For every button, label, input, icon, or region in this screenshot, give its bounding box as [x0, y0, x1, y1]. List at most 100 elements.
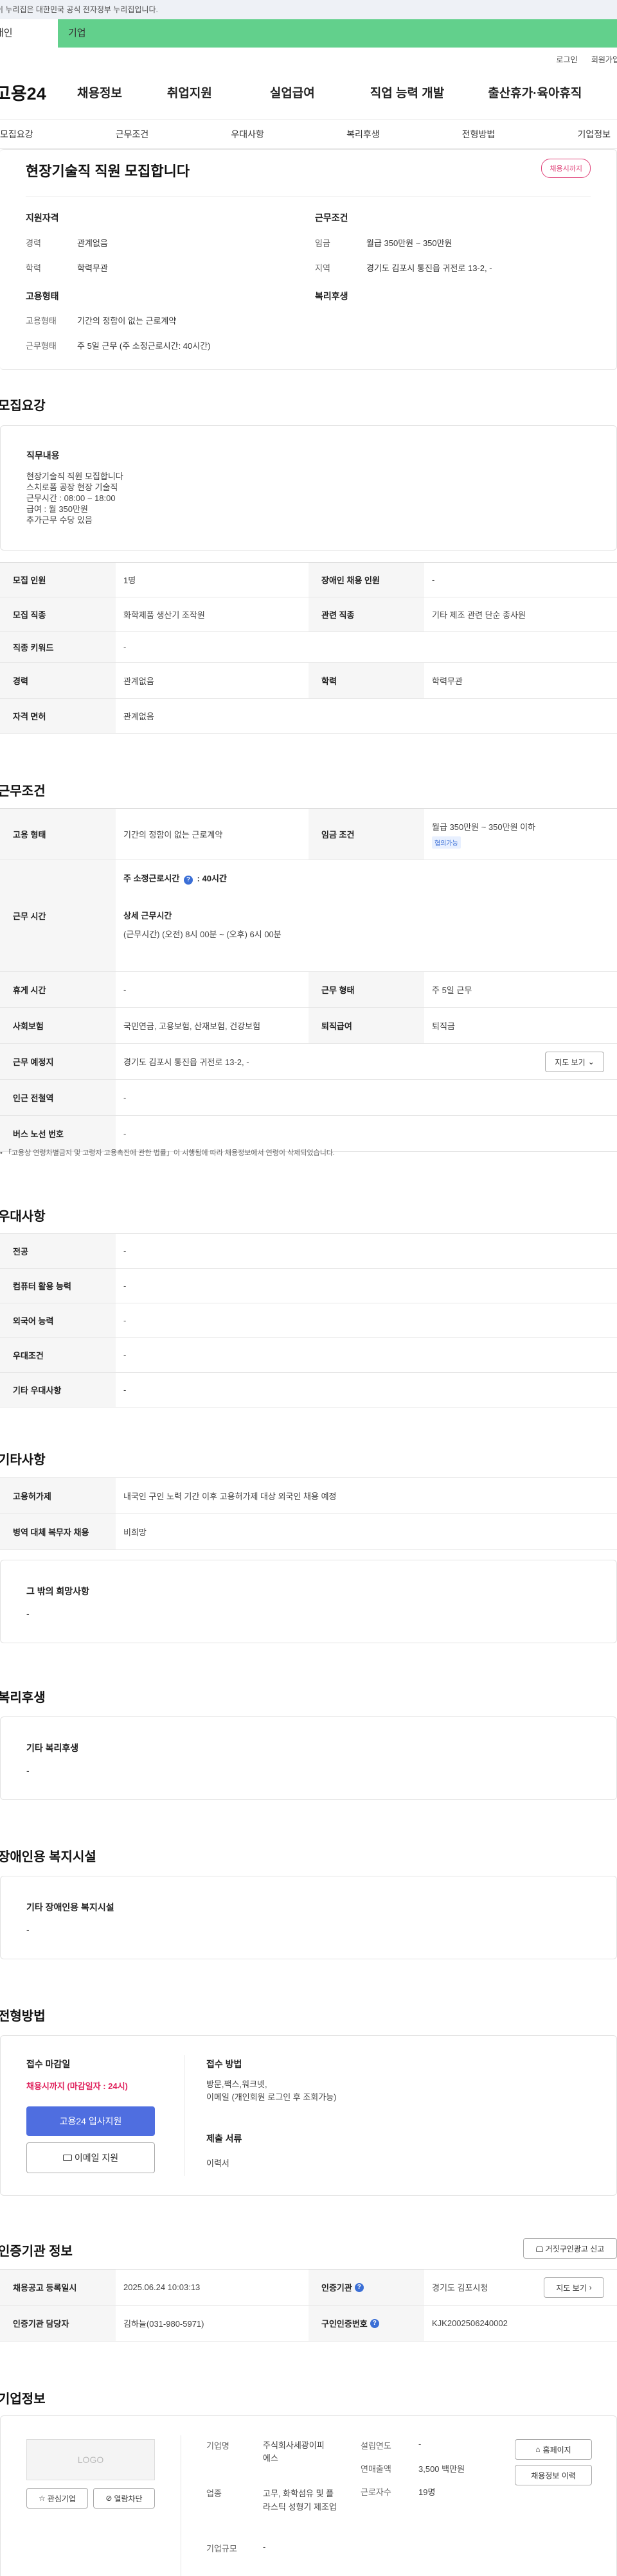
table-row: 직종 키워드 - [0, 632, 617, 663]
gnb-item-benefit[interactable]: 실업급여 [270, 84, 315, 101]
job-title: 현장기술직 직원 모집합니다 [26, 163, 190, 179]
duty-card: 직무내용 현장기술직 직원 모집합니다 스치로폼 공장 현장 기술직 근무시간 … [0, 425, 617, 551]
career-value: 관계없음 [77, 238, 108, 248]
deadline-label: 접수 마감일 [26, 2059, 71, 2069]
favorite-company-button[interactable]: ☆ 관심기업 [26, 2488, 88, 2509]
docs-value: 이력서 [206, 2158, 229, 2168]
career-label: 경력 [26, 238, 41, 248]
etc-wish-value: - [26, 1609, 30, 1619]
type-value: 기간의 정함이 없는 근로계약 [77, 316, 177, 326]
wage-label: 임금 [315, 238, 330, 248]
subnav-company[interactable]: 기업정보 [577, 128, 611, 141]
table-row: 우대조건 - [0, 1338, 617, 1373]
gov-banner: 이 누리집은 대한민국 공식 전자정부 누리집입니다. [0, 0, 617, 19]
star-icon: ☆ [39, 2494, 46, 2503]
email-apply-button[interactable]: 이메일 지원 [26, 2142, 155, 2173]
region-label: 지역 [315, 263, 330, 273]
cert-section-title: 인증기관 정보 [0, 2245, 73, 2259]
company-name-label: 기업명 [206, 2441, 229, 2451]
company-size-value: - [263, 2542, 266, 2552]
subnav-screening[interactable]: 전형방법 [462, 128, 496, 141]
method-label: 접수 방법 [206, 2059, 242, 2069]
prefer-table: 전공 - 컴퓨터 활용 능력 - 외국어 능력 - 우대조건 - 기타 우대사항 - [0, 1233, 617, 1407]
sales-value: 3,500 백만원 [418, 2464, 465, 2474]
disabled-section-title: 장애인용 복지시설 [0, 1850, 96, 1864]
info-icon[interactable]: ? [183, 876, 193, 885]
recruit-section-title: 모집요강 [0, 399, 46, 413]
gnb-item-leave[interactable]: 출산휴가·육아휴직 [488, 84, 582, 101]
disabled-box-value: - [26, 1925, 30, 1935]
gov-banner-text: 이 누리집은 대한민국 공식 전자정부 누리집입니다. [0, 5, 158, 14]
docs-label: 제출 서류 [206, 2133, 242, 2144]
subnav-prefer[interactable]: 우대사항 [231, 128, 264, 141]
siren-icon [535, 2245, 543, 2252]
table-row: 근무 시간 주 소정근로시간 ? : 40시간 상세 근무시간 (근무시간) (… [0, 860, 617, 972]
welfare-card: 기타 복리후생 - [0, 1716, 617, 1800]
prefer-section-title: 우대사항 [0, 1210, 46, 1224]
table-row: 고용 형태 기간의 정함이 없는 근로계약 임금 조건 월급 350만원 ~ 3… [0, 809, 617, 860]
work-table: 고용 형태 기간의 정함이 없는 근로계약 임금 조건 월급 350만원 ~ 3… [0, 808, 617, 1152]
block-icon: ⊘ [105, 2494, 112, 2503]
gnb-item-jobs[interactable]: 채용정보 [77, 84, 122, 101]
site-logo[interactable]: 고용24 [0, 80, 66, 105]
hours-value: 주 5일 근무 (주 소정근로시간: 40시간) [77, 341, 211, 351]
weekly-hours-value: : 40시간 [197, 874, 227, 883]
negotiable-badge: 협의가능 [432, 836, 461, 849]
employees-value: 19명 [418, 2487, 436, 2497]
info-icon[interactable]: ? [354, 2282, 364, 2292]
homepage-button[interactable]: ⌂ 홈페이지 [515, 2439, 592, 2460]
industry-label: 업종 [206, 2489, 222, 2498]
industry-value: 고무, 화학섬유 및 플라스틱 성형기 제조업 [263, 2489, 337, 2512]
welfare-section-title: 복리후생 [0, 1691, 46, 1705]
table-row: 사회보험 국민연금, 고용보험, 산재보험, 건강보험 퇴직급여 퇴직금 [0, 1008, 617, 1044]
table-row: 고용허가제 내국인 구인 노력 기간 이후 고용허가제 대상 외국인 채용 예정 [0, 1478, 617, 1514]
subnav-welfare[interactable]: 복리후생 [346, 128, 380, 141]
gnb-item-training[interactable]: 직업 능력 개발 [370, 84, 444, 101]
welfare-box-value: - [26, 1765, 30, 1776]
subnav-recruit[interactable]: 모집요강 [0, 128, 33, 141]
company-card: LOGO ☆ 관심기업 ⊘ 열람차단 기업명 주식회사세광이피에스 업종 고무, 화… [0, 2415, 617, 2576]
login-link[interactable]: 로그인 [556, 55, 577, 64]
welfare-box-title: 기타 복리후생 [26, 1743, 79, 1753]
deadline-value: 채용시까지 (마감일자 : 24시) [26, 2081, 128, 2091]
screening-section-title: 전형방법 [0, 2009, 46, 2024]
qual-title: 지원자격 [26, 213, 59, 223]
home-icon: ⌂ [535, 2445, 541, 2454]
tab-company[interactable]: 기업 [58, 19, 617, 48]
cert-map-button[interactable]: 지도 보기 › [544, 2277, 604, 2298]
gnb-item-support[interactable]: 취업지원 [167, 84, 212, 101]
chevron-right-icon: › [589, 2283, 592, 2292]
table-row: 인근 전철역 - [0, 1080, 617, 1116]
type-label: 고용형태 [26, 316, 57, 326]
tab-individual[interactable]: 개인 [0, 19, 58, 48]
apply-button[interactable]: 고용24 입사지원 [26, 2106, 155, 2136]
employees-label: 근로자수 [361, 2487, 391, 2497]
screening-card: 접수 마감일 채용시까지 (마감일자 : 24시) 고용24 입사지원 이메일 … [0, 2035, 617, 2196]
chevron-down-icon: ⌄ [587, 1057, 595, 1066]
company-section-title: 기업정보 [0, 2392, 46, 2406]
recruit-table: 모집 인원 1명 장애인 채용 인원 - 모집 직종 화학제품 생산기 조작원 관련 … [0, 562, 617, 734]
table-row: 모집 직종 화학제품 생산기 조작원 관련 직종 기타 제조 관련 단순 종사원 [0, 597, 617, 632]
mail-icon [62, 2155, 72, 2161]
company-logo: LOGO [26, 2439, 155, 2480]
join-link[interactable]: 회원가입 [591, 55, 617, 64]
age-notice: • 「고용상 연령차별금지 및 고령자 고용촉진에 관한 법률」이 시행됨에 따… [0, 1149, 335, 1157]
table-row: 병역 대체 복무자 채용 비희망 [0, 1514, 617, 1550]
table-row: 자격 면허 관계없음 [0, 699, 617, 734]
cond-title: 근무조건 [315, 213, 348, 223]
table-row: 외국어 능력 - [0, 1303, 617, 1338]
etc-wish-card: 그 밖의 희망사항 - [0, 1560, 617, 1643]
welfare-title: 복리후생 [315, 291, 348, 301]
duty-title: 직무내용 [26, 450, 60, 461]
table-row: 모집 인원 1명 장애인 채용 인원 - [0, 563, 617, 597]
block-company-button[interactable]: ⊘ 열람차단 [93, 2488, 155, 2509]
report-button[interactable]: 거짓구인광고 신고 [523, 2238, 617, 2259]
subnav-work[interactable]: 근무조건 [116, 128, 149, 141]
info-icon[interactable]: ? [370, 2318, 379, 2328]
wage-value: 월급 350만원 ~ 350만원 [366, 238, 452, 248]
hours-label: 근무형태 [26, 341, 57, 351]
table-row: 채용공고 등록일시 2025.06.24 10:03:13 인증기관? 경기도 김… [0, 2270, 617, 2306]
util-nav: 로그인 회원가입 [0, 48, 617, 66]
map-view-button[interactable]: 지도 보기 ⌄ [545, 1052, 604, 1072]
recruit-history-button[interactable]: 채용정보 이력 [515, 2465, 592, 2485]
